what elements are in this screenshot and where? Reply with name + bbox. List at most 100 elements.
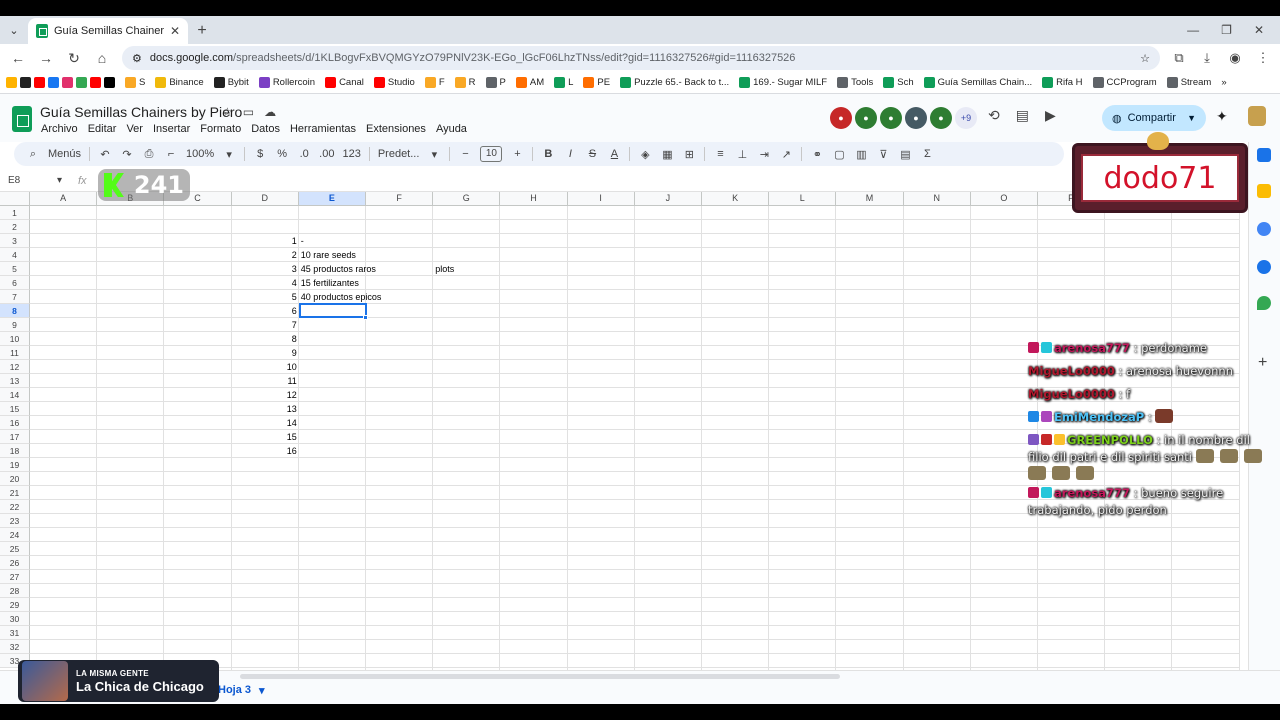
cell-e3[interactable]: - xyxy=(299,234,306,248)
cell-e7[interactable]: 40 productos epicos xyxy=(299,290,384,304)
bookmark-star-icon[interactable]: ☆ xyxy=(1140,52,1150,65)
collaborator-avatar[interactable]: ● xyxy=(905,107,927,129)
bookmark-item[interactable]: Binance xyxy=(155,77,204,88)
increase-decimals-button[interactable]: .00 xyxy=(315,143,338,165)
fill-handle[interactable] xyxy=(363,315,368,320)
redo-icon[interactable]: ↷ xyxy=(116,143,138,165)
meet-icon[interactable]: ▶ xyxy=(1045,107,1056,124)
row-header-25[interactable]: 25 xyxy=(0,542,30,556)
cell-d9[interactable]: 7 xyxy=(232,318,299,332)
column-header-l[interactable]: L xyxy=(769,192,837,206)
insert-link-icon[interactable]: ⚭ xyxy=(806,143,828,165)
bookmark-item[interactable]: Studio xyxy=(373,77,415,88)
menu-ayuda[interactable]: Ayuda xyxy=(431,121,472,137)
column-header-f[interactable]: F xyxy=(366,192,434,206)
font-size-field[interactable]: 10 xyxy=(476,143,506,165)
align-vertical-icon[interactable]: ⊥ xyxy=(731,143,753,165)
bookmark-item[interactable]: Stream xyxy=(1166,77,1211,88)
row-header-7[interactable]: 7 xyxy=(0,290,30,304)
download-icon[interactable]: ⤓ xyxy=(1196,47,1218,69)
row-header-19[interactable]: 19 xyxy=(0,458,30,472)
bookmark-favicon-icon[interactable] xyxy=(76,77,87,88)
row-header-3[interactable]: 3 xyxy=(0,234,30,248)
contacts-icon[interactable] xyxy=(1257,260,1271,274)
column-header-o[interactable]: O xyxy=(970,192,1038,206)
star-icon[interactable]: ☆ xyxy=(222,105,233,119)
font-size-decrease-icon[interactable]: − xyxy=(454,143,476,165)
bookmark-item[interactable]: Guía Semillas Chain... xyxy=(923,77,1032,88)
insert-comment-icon[interactable]: ▢ xyxy=(828,143,850,165)
share-button[interactable]: ◍ Compartir ▼ xyxy=(1102,105,1206,131)
filter-views-icon[interactable]: ▤ xyxy=(894,143,916,165)
row-header-24[interactable]: 24 xyxy=(0,528,30,542)
row-header-14[interactable]: 14 xyxy=(0,388,30,402)
currency-format-button[interactable]: $ xyxy=(249,143,271,165)
borders-icon[interactable]: ▦ xyxy=(656,143,678,165)
tab-search-icon[interactable]: ⌄ xyxy=(0,16,28,44)
menu-datos[interactable]: Datos xyxy=(246,121,285,137)
font-size-increase-icon[interactable]: + xyxy=(506,143,528,165)
decrease-decimals-button[interactable]: .0 xyxy=(293,143,315,165)
keep-icon[interactable] xyxy=(1257,184,1271,198)
row-header-29[interactable]: 29 xyxy=(0,598,30,612)
row-header-16[interactable]: 16 xyxy=(0,416,30,430)
insert-chart-icon[interactable]: ▥ xyxy=(850,143,872,165)
home-icon[interactable]: ⌂ xyxy=(90,46,114,70)
bookmark-favicon-icon[interactable] xyxy=(104,77,115,88)
tab-close-icon[interactable]: ✕ xyxy=(170,24,180,38)
site-info-icon[interactable]: ⚙ xyxy=(132,52,142,65)
chevron-down-icon[interactable]: ▾ xyxy=(259,684,265,697)
column-header-m[interactable]: M xyxy=(836,192,904,206)
calendar-icon[interactable] xyxy=(1257,148,1271,162)
row-header-6[interactable]: 6 xyxy=(0,276,30,290)
column-header-j[interactable]: J xyxy=(634,192,702,206)
name-box[interactable]: E8 ▾ xyxy=(0,175,68,186)
column-header-n[interactable]: N xyxy=(903,192,971,206)
menu-herramientas[interactable]: Herramientas xyxy=(285,121,361,137)
menu-insertar[interactable]: Insertar xyxy=(148,121,195,137)
row-header-22[interactable]: 22 xyxy=(0,500,30,514)
sheet-tab-hoja-3[interactable]: Hoja 3 ▾ xyxy=(218,684,265,697)
column-header-h[interactable]: H xyxy=(500,192,568,206)
row-header-21[interactable]: 21 xyxy=(0,486,30,500)
browser-tab-active[interactable]: Guía Semillas Chainers by Piero ✕ xyxy=(28,18,188,44)
cell-d12[interactable]: 10 xyxy=(232,360,299,374)
row-header-26[interactable]: 26 xyxy=(0,556,30,570)
cell-g5[interactable]: plots xyxy=(433,262,456,276)
bookmark-favicon-icon[interactable] xyxy=(6,77,17,88)
row-header-4[interactable]: 4 xyxy=(0,248,30,262)
cell-d10[interactable]: 8 xyxy=(232,332,299,346)
bookmark-item[interactable]: P xyxy=(485,77,506,88)
row-header-8[interactable]: 8 xyxy=(0,304,30,318)
bookmark-item[interactable]: L xyxy=(554,77,573,88)
bookmark-item[interactable]: Rollercoin xyxy=(258,77,315,88)
row-header-32[interactable]: 32 xyxy=(0,640,30,654)
row-header-31[interactable]: 31 xyxy=(0,626,30,640)
cell-e4[interactable]: 10 rare seeds xyxy=(299,248,358,262)
extensions-icon[interactable]: ⧉ xyxy=(1168,47,1190,69)
bookmark-item[interactable]: R xyxy=(454,77,476,88)
bookmark-item[interactable]: F xyxy=(424,77,445,88)
menu-editar[interactable]: Editar xyxy=(83,121,122,137)
zoom-select[interactable]: 100% xyxy=(182,143,218,165)
row-header-12[interactable]: 12 xyxy=(0,360,30,374)
merge-cells-icon[interactable]: ⊞ xyxy=(678,143,700,165)
row-header-17[interactable]: 17 xyxy=(0,430,30,444)
reload-icon[interactable]: ↻ xyxy=(62,46,86,70)
paint-format-icon[interactable]: ⌐ xyxy=(160,143,182,165)
maps-icon[interactable] xyxy=(1257,296,1271,310)
column-header-e[interactable]: E xyxy=(298,192,366,206)
text-wrap-icon[interactable]: ⇥ xyxy=(753,143,775,165)
cell-d17[interactable]: 15 xyxy=(232,430,299,444)
row-header-15[interactable]: 15 xyxy=(0,402,30,416)
column-header-d[interactable]: D xyxy=(231,192,299,206)
bookmark-item[interactable]: Puzzle 65.- Back to t... xyxy=(620,77,729,88)
percent-format-button[interactable]: % xyxy=(271,143,293,165)
menu-archivo[interactable]: Archivo xyxy=(36,121,83,137)
row-header-2[interactable]: 2 xyxy=(0,220,30,234)
bookmark-favicon-icon[interactable] xyxy=(90,77,101,88)
text-rotation-icon[interactable]: ↗ xyxy=(775,143,797,165)
collaborator-avatar[interactable]: ● xyxy=(930,107,952,129)
collaborator-avatar[interactable]: ● xyxy=(830,107,852,129)
print-icon[interactable]: ⎙ xyxy=(138,143,160,165)
